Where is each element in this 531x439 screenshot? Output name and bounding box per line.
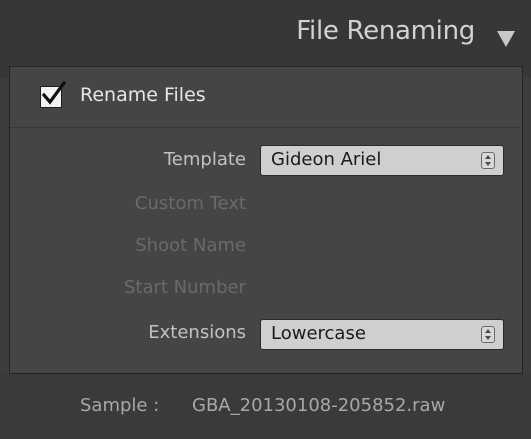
template-select-value: Gideon Ariel [271, 149, 382, 170]
custom-text-label: Custom Text [134, 193, 246, 214]
triangle-down-icon[interactable] [497, 31, 515, 47]
rename-files-label[interactable]: Rename Files [80, 84, 206, 106]
select-stepper-icon [481, 326, 495, 343]
panel-body: Rename Files Template Gideon Ariel Custo… [9, 66, 523, 374]
sample-filename: GBA_20130108-205852.raw [192, 395, 446, 416]
sample-row: Sample : GBA_20130108-205852.raw [0, 374, 531, 439]
select-stepper-icon [481, 152, 495, 169]
template-label: Template [163, 149, 246, 170]
start-number-label: Start Number [123, 277, 246, 298]
extensions-select-value: Lowercase [271, 323, 366, 344]
template-select[interactable]: Gideon Ariel [260, 145, 504, 176]
rename-files-row: Rename Files [10, 67, 522, 128]
checkmark-icon [41, 80, 67, 105]
file-renaming-panel: File Renaming Rename Files Template Gide… [0, 0, 531, 439]
extensions-label: Extensions [148, 322, 246, 343]
panel-title: File Renaming [296, 16, 475, 46]
shoot-name-label: Shoot Name [135, 235, 246, 256]
rename-files-checkbox[interactable] [40, 80, 67, 108]
sample-label: Sample : [80, 395, 160, 416]
extensions-select[interactable]: Lowercase [260, 319, 504, 350]
